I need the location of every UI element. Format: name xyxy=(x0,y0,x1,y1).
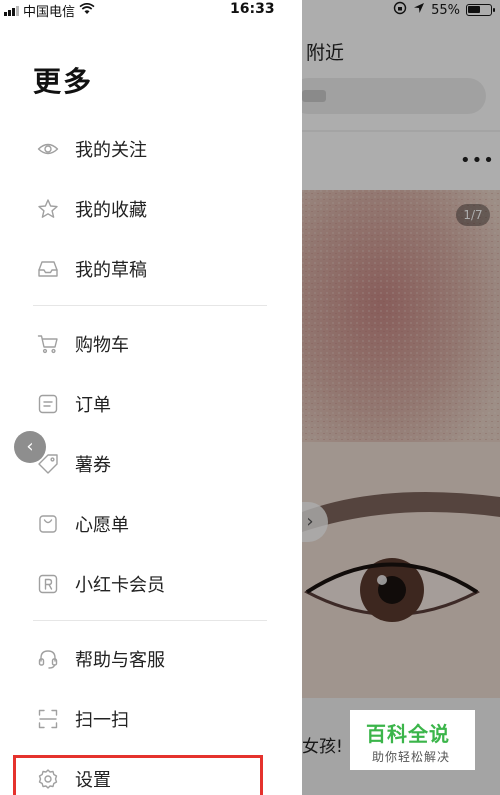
menu-item-following[interactable]: 我的关注 xyxy=(0,126,302,170)
wifi-icon xyxy=(79,2,95,19)
menu-item-membership[interactable]: 小红卡会员 xyxy=(0,561,302,605)
dim-overlay[interactable] xyxy=(302,0,500,795)
menu-item-label: 订单 xyxy=(75,395,111,416)
orientation-lock-icon xyxy=(393,1,407,19)
eye-icon xyxy=(37,138,59,160)
cart-icon xyxy=(37,333,59,355)
watermark-title: 百科全说 xyxy=(366,722,450,746)
menu-item-label: 我的草稿 xyxy=(75,260,147,281)
location-icon xyxy=(413,2,425,18)
menu-item-drafts[interactable]: 我的草稿 xyxy=(0,246,302,290)
more-drawer: 更多 我的关注 我的收藏 我的草稿 购物车 订单 薯券 心愿单 小红卡会员 帮助… xyxy=(0,0,302,795)
battery-icon xyxy=(466,4,495,16)
menu-item-cart[interactable]: 购物车 xyxy=(0,321,302,365)
menu-item-label: 薯券 xyxy=(75,455,111,476)
settings-highlight-box xyxy=(13,755,263,795)
menu-item-label: 我的关注 xyxy=(75,140,147,161)
battery-percent: 55% xyxy=(431,2,460,18)
order-icon xyxy=(37,393,59,415)
watermark-subtitle: 助你轻松解决 xyxy=(372,750,451,764)
menu-item-label: 购物车 xyxy=(75,335,129,356)
menu-item-help[interactable]: 帮助与客服 xyxy=(0,636,302,680)
membership-icon xyxy=(37,573,59,595)
divider xyxy=(33,305,267,306)
inbox-icon xyxy=(37,258,59,280)
headset-icon xyxy=(37,648,59,670)
menu-item-orders[interactable]: 订单 xyxy=(0,381,302,425)
menu-item-scan[interactable]: 扫一扫 xyxy=(0,696,302,740)
menu-item-label: 心愿单 xyxy=(75,515,129,536)
scan-icon xyxy=(37,708,59,730)
menu-item-label: 我的收藏 xyxy=(75,200,147,221)
menu-item-favorites[interactable]: 我的收藏 xyxy=(0,186,302,230)
carrier-label: 中国电信 xyxy=(23,5,76,20)
menu-item-label: 小红卡会员 xyxy=(75,575,165,596)
divider xyxy=(33,620,267,621)
menu-item-wishlist[interactable]: 心愿单 xyxy=(0,501,302,545)
wishlist-icon xyxy=(37,513,59,535)
clock: 16:33 xyxy=(230,1,275,17)
menu-item-label: 帮助与客服 xyxy=(75,650,165,671)
menu-item-label: 扫一扫 xyxy=(75,710,129,731)
back-button[interactable]: ‹ xyxy=(14,431,46,463)
status-bar: 中国电信 16:33 55% xyxy=(0,0,500,22)
star-icon xyxy=(37,198,59,220)
watermark-logo: 百科全说 助你轻松解决 xyxy=(350,710,475,770)
signal-icon xyxy=(4,5,19,16)
drawer-title: 更多 xyxy=(33,65,94,98)
